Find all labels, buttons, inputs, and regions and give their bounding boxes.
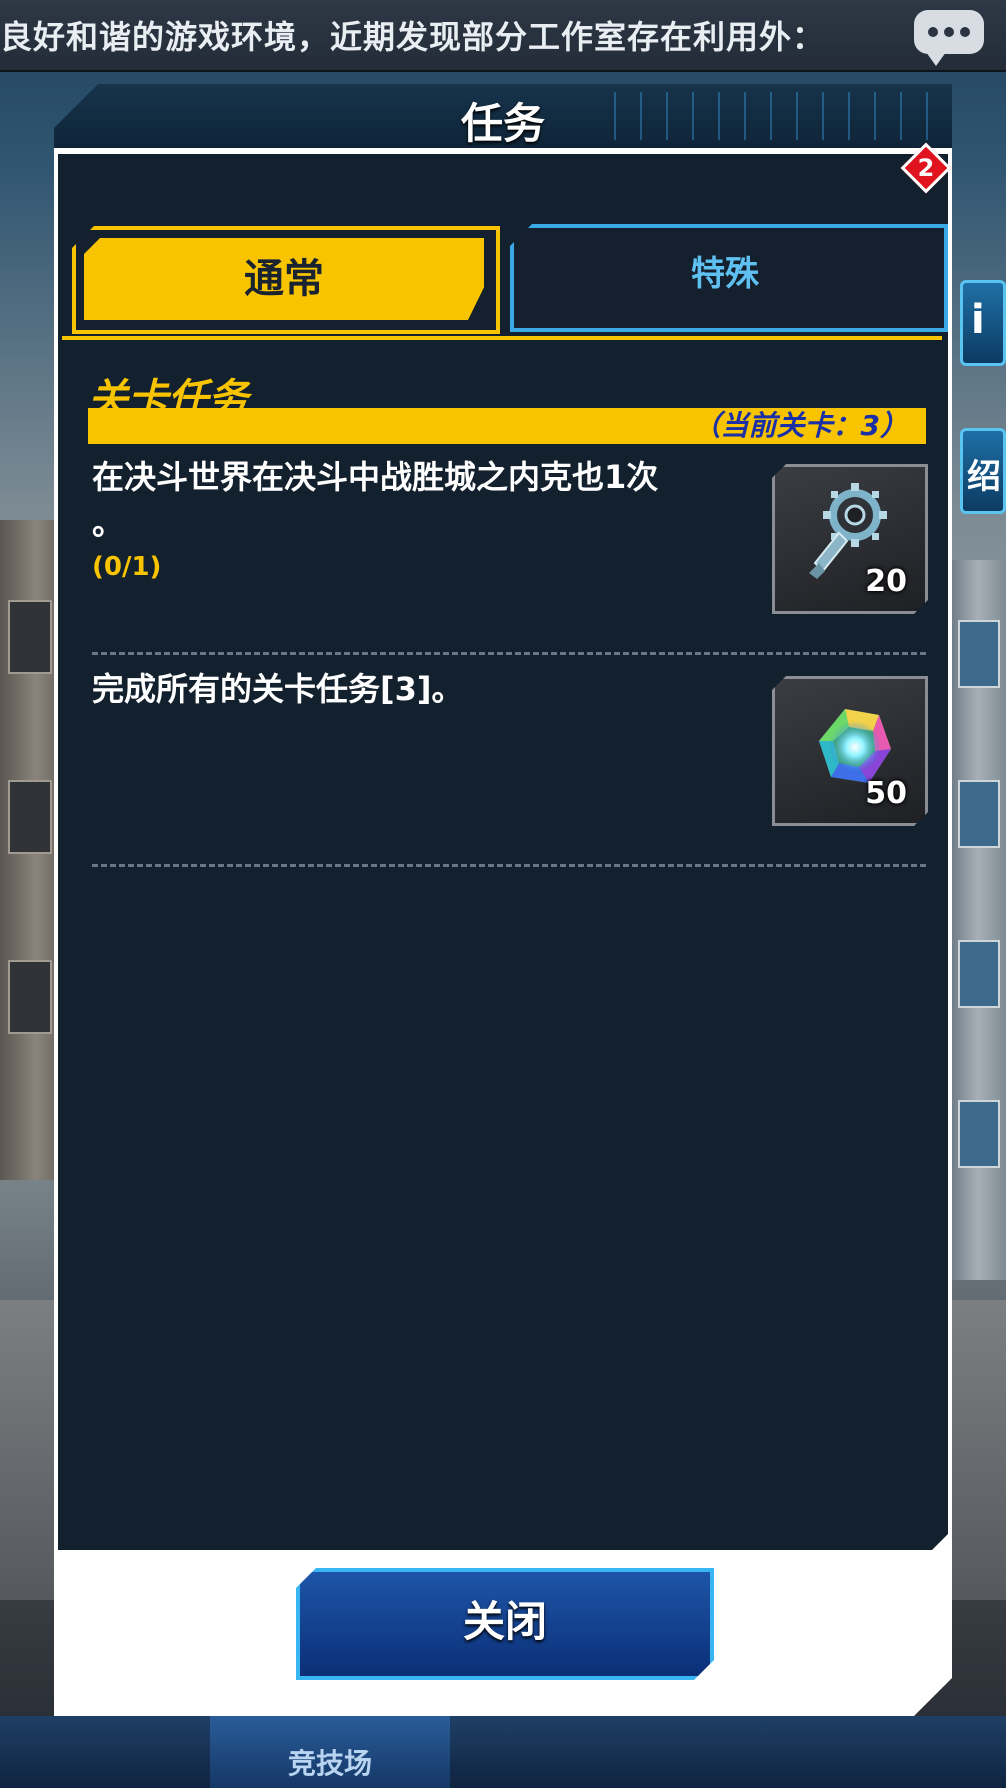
building-window [8,960,52,1034]
section-bar: （当前关卡：3） [88,408,926,444]
building-window [958,940,1000,1008]
side-intro-label: 绍 [967,457,1001,497]
quest-panel: 通常 特殊 关卡任务 （当前关卡：3） 在决斗世界在决斗中战胜城之内克也1次 。… [58,154,948,1550]
special-tab-badge: 2 [900,142,952,194]
quest-divider [92,864,926,867]
quest-progress: (0/1) [92,552,162,582]
quest-reward[interactable]: 20 [772,464,928,614]
quest-item: 完成所有的关卡任务[3]。 50 [88,666,928,836]
nav-arena-label: 竞技场 [287,1747,372,1780]
close-button-label[interactable]: 关闭 [296,1566,714,1678]
ticker-text: 良好和谐的游戏环境，近期发现部分工作室存在利用外： [0,18,826,56]
modal-title: 任务 [460,99,545,148]
reward-count: 50 [865,776,907,811]
quest-modal: 任务 通常 特殊 关卡任务 （当前关卡：3） 在决斗世界在决斗中战胜城之内克也1… [54,84,952,1716]
quest-item: 在决斗世界在决斗中战胜城之内克也1次 。 (0/1) 20 [88,454,928,624]
background-building-left [0,520,60,1180]
building-window [958,780,1000,848]
chat-icon[interactable] [914,10,984,66]
building-window [958,620,1000,688]
building-window [8,600,52,674]
tab-normal-label[interactable]: 通常 [84,238,484,320]
quest-description: 在决斗世界在决斗中战胜城之内克也1次 。 [92,454,752,546]
background-building-right [950,560,1006,1280]
current-stage-label: （当前关卡：3） [692,409,908,442]
quest-description-line: 完成所有的关卡任务[3]。 [92,670,464,708]
reward-count: 20 [865,564,907,599]
badge-count: 2 [917,154,935,182]
building-window [8,780,52,854]
tab-special-label[interactable]: 特殊 [510,224,940,324]
nav-arena-button[interactable]: 竞技场 [210,1716,450,1788]
bottom-navigation [0,1716,1006,1788]
modal-title-bar: 任务 [54,84,952,148]
quest-divider [92,652,926,655]
quest-description: 完成所有的关卡任务[3]。 [92,666,752,712]
tab-underline [62,336,942,340]
side-info-button[interactable]: i [960,280,1006,366]
building-window [958,1100,1000,1168]
quest-description-line: 。 [92,504,125,542]
quest-description-line: 在决斗世界在决斗中战胜城之内克也1次 [92,458,659,496]
quest-reward[interactable]: 50 [772,676,928,826]
side-info-label: i [971,297,985,343]
modal-body: 通常 特殊 关卡任务 （当前关卡：3） 在决斗世界在决斗中战胜城之内克也1次 。… [54,148,952,1716]
side-intro-button[interactable]: 绍 [960,428,1006,514]
announcement-ticker: 良好和谐的游戏环境，近期发现部分工作室存在利用外： [0,0,1006,72]
